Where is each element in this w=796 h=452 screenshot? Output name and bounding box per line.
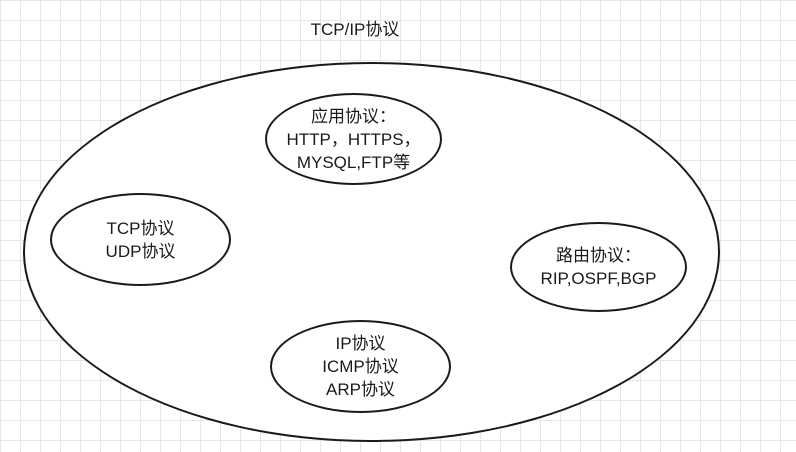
node-line: ARP协议 [326, 380, 395, 399]
network-protocols-node: IP协议 ICMP协议 ARP协议 [270, 320, 451, 413]
node-line: RIP,OSPF,BGP [540, 269, 657, 288]
node-line: 路由协议： [556, 246, 641, 265]
node-line: IP协议 [335, 334, 386, 353]
node-line: 应用协议： [311, 106, 396, 126]
node-line: TCP协议 [106, 218, 175, 238]
node-line: HTTP，HTTPS， [286, 129, 421, 149]
node-line: UDP协议 [105, 241, 176, 261]
application-protocols-node: 应用协议： HTTP，HTTPS， MYSQL,FTP等 [265, 93, 442, 185]
diagram-canvas: TCP/IP协议 应用协议： HTTP，HTTPS， MYSQL,FTP等 TC… [0, 0, 796, 452]
routing-protocols-node: 路由协议： RIP,OSPF,BGP [510, 222, 687, 312]
node-line: ICMP协议 [322, 357, 399, 376]
node-line: MYSQL,FTP等 [296, 152, 411, 172]
diagram-title: TCP/IP协议 [310, 20, 400, 39]
transport-protocols-node: TCP协议 UDP协议 [50, 193, 231, 286]
